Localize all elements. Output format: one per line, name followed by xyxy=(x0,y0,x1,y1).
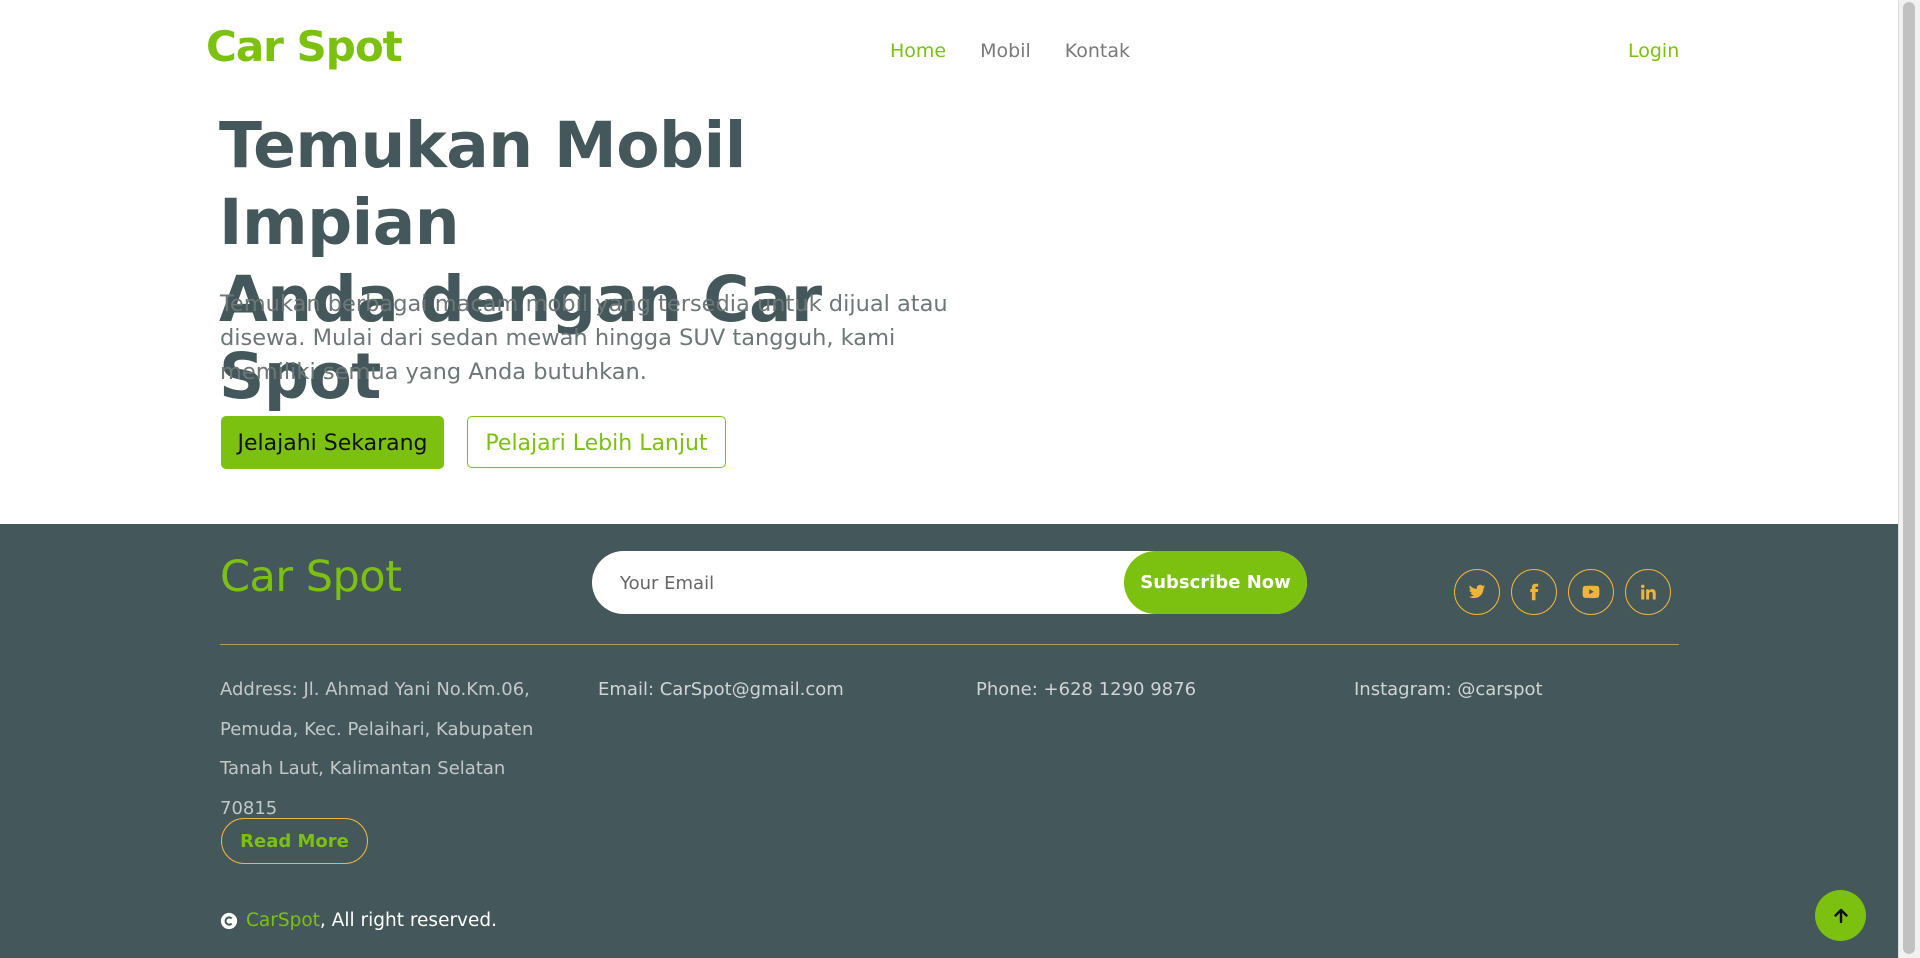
twitter-icon xyxy=(1468,584,1486,599)
email-input[interactable] xyxy=(618,551,1122,616)
explore-now-button[interactable]: Jelajahi Sekarang xyxy=(221,416,444,469)
twitter-link[interactable] xyxy=(1454,569,1500,615)
copyright-brand-link[interactable]: CarSpot xyxy=(246,910,320,931)
back-to-top-button[interactable] xyxy=(1815,890,1866,941)
email-text: Email: CarSpot@gmail.com xyxy=(598,679,844,700)
instagram-text: Instagram: @carspot xyxy=(1354,679,1543,700)
read-more-button[interactable]: Read More xyxy=(221,818,368,864)
linkedin-icon xyxy=(1641,584,1656,600)
subscribe-form: Subscribe Now xyxy=(592,551,1307,616)
youtube-link[interactable] xyxy=(1568,569,1614,615)
nav-link-kontak[interactable]: Kontak xyxy=(1065,40,1130,62)
footer: Car Spot Subscribe Now Address: Jl. Ahma… xyxy=(0,524,1899,958)
facebook-link[interactable] xyxy=(1511,569,1557,615)
linkedin-link[interactable] xyxy=(1625,569,1671,615)
main-nav: Home Mobil Kontak xyxy=(890,40,1130,62)
footer-logo: Car Spot xyxy=(220,552,402,602)
footer-divider xyxy=(220,644,1679,645)
login-link[interactable]: Login xyxy=(1628,40,1679,62)
nav-link-mobil[interactable]: Mobil xyxy=(980,40,1031,62)
nav-link-home[interactable]: Home xyxy=(890,40,946,62)
phone-text: Phone: +628 1290 9876 xyxy=(976,679,1197,700)
scrollbar-thumb[interactable] xyxy=(1903,2,1915,954)
copyright: CarSpot , All right reserved. xyxy=(220,910,497,931)
address-text: Address: Jl. Ahmad Yani No.Km.06, Pemuda… xyxy=(220,679,534,819)
navbar-logo[interactable]: Car Spot xyxy=(206,22,403,71)
hero-description: Temukan berbagai macam mobil yang tersed… xyxy=(220,291,948,385)
hero-title-line-1: Temukan Mobil Impian xyxy=(219,109,746,259)
youtube-icon xyxy=(1582,585,1600,599)
learn-more-button[interactable]: Pelajari Lebih Lanjut xyxy=(467,416,726,468)
copyright-icon xyxy=(220,912,238,929)
social-links xyxy=(1454,569,1671,615)
copyright-text: , All right reserved. xyxy=(319,910,498,931)
facebook-icon xyxy=(1530,583,1539,601)
arrow-up-icon xyxy=(1833,908,1848,923)
page: Car Spot Home Mobil Kontak Login Temukan… xyxy=(0,0,1899,958)
page-scrollbar[interactable] xyxy=(1898,0,1920,958)
subscribe-button[interactable]: Subscribe Now xyxy=(1124,551,1307,614)
